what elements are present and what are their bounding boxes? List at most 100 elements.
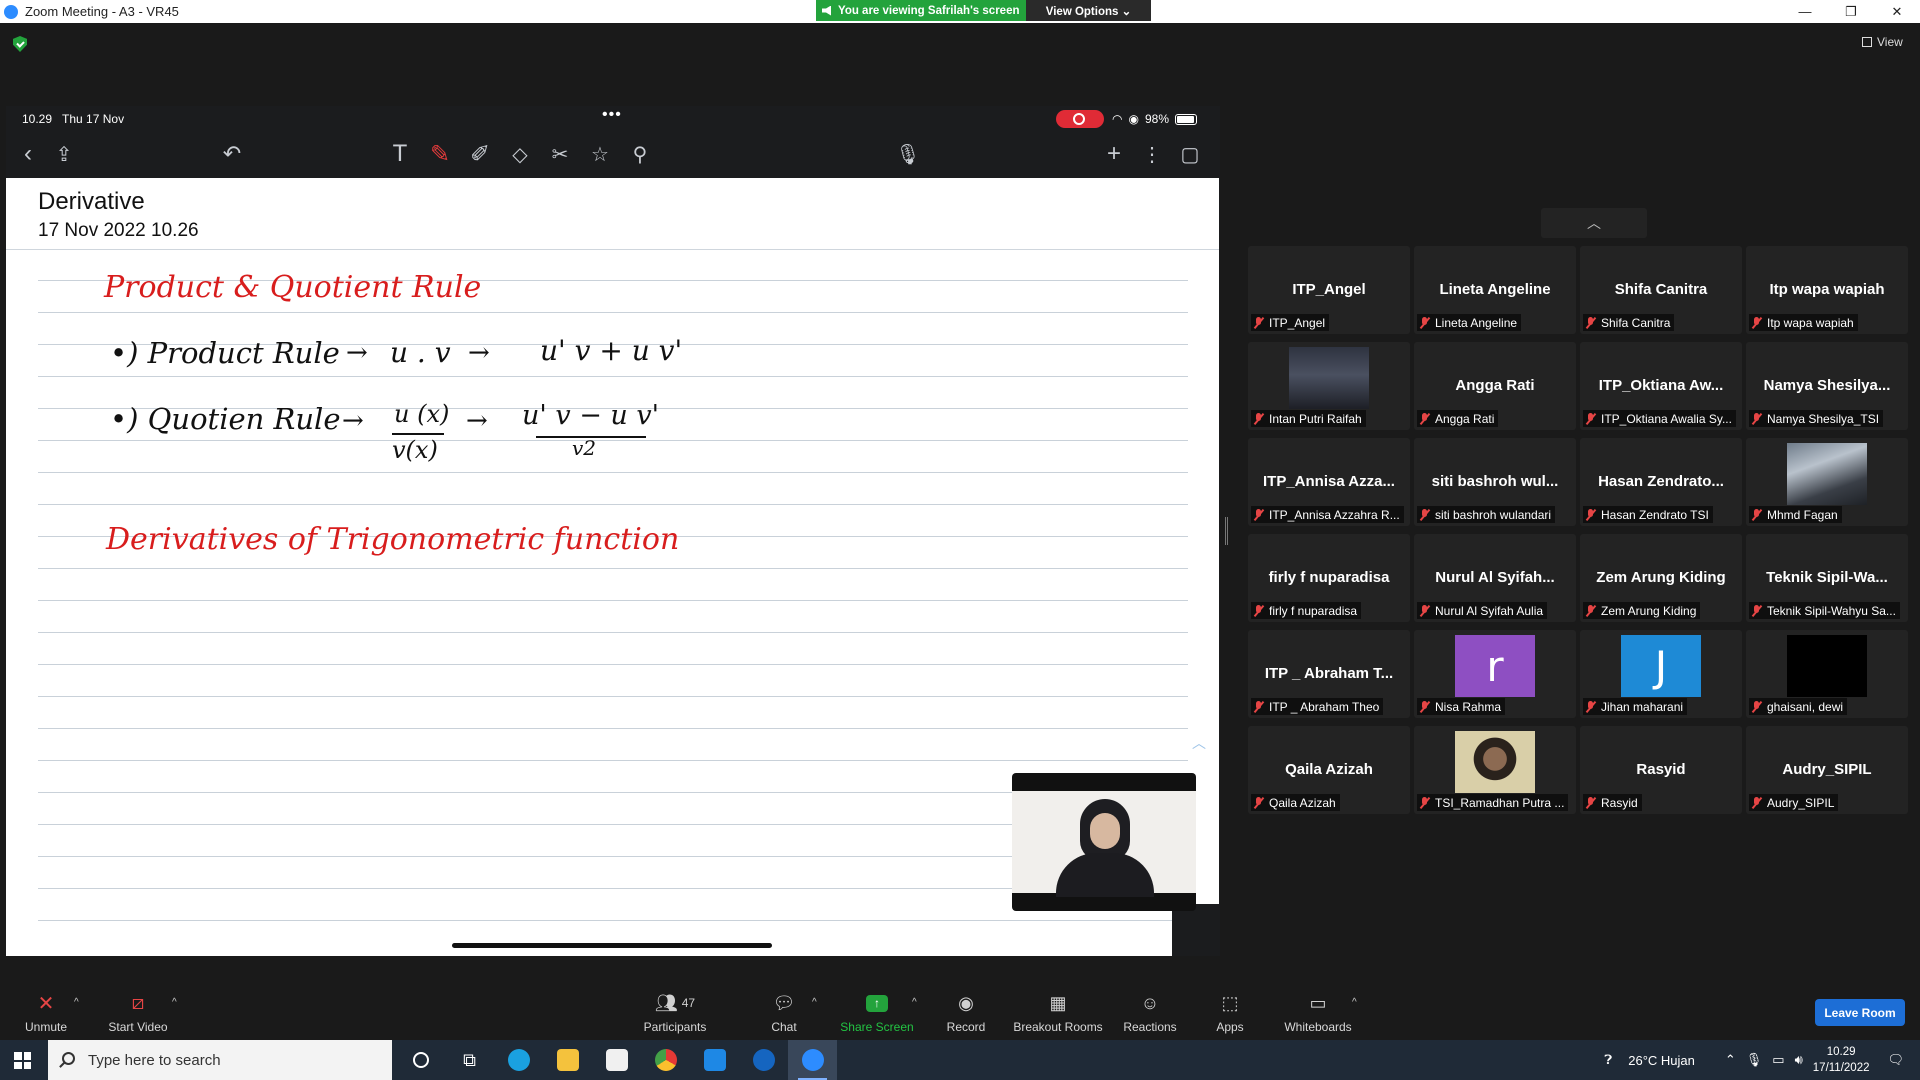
chat-button[interactable]: 💬︎ Chat [766,983,802,1040]
share-options-caret[interactable]: ^ [912,997,917,1008]
breakout-rooms-button[interactable]: ▦ Breakout Rooms [1012,983,1104,1040]
breakout-rooms-label: Breakout Rooms [1013,1020,1103,1034]
participant-tile[interactable]: ITP _ Abraham T... ITP _ Abraham Theo [1248,630,1410,718]
start-video-button[interactable]: ⧄ Start Video [106,983,170,1040]
highlighter-icon[interactable]: ✐ [464,138,496,170]
audio-options-caret[interactable]: ^ [74,997,79,1008]
mic-muted-icon [1420,508,1430,521]
participant-tile[interactable]: Teknik Sipil-Wa... Teknik Sipil-Wahyu Sa.… [1746,534,1908,622]
minimize-icon[interactable]: — [1782,0,1828,23]
gallery-page-up-button[interactable]: ︿ [1541,208,1647,238]
share-screen-button[interactable]: ↑ Share Screen [840,983,914,1040]
mail-icon[interactable] [690,1040,739,1080]
tray-mic-icon[interactable]: 🎙︎ [1746,1052,1763,1068]
close-icon[interactable]: ✕ [1874,0,1920,23]
participant-tile[interactable]: ghaisani, dewi [1746,630,1908,718]
chat-options-caret[interactable]: ^ [812,997,817,1008]
mic-muted-icon [1420,412,1430,425]
participant-tile[interactable]: Hasan Zendrato... Hasan Zendrato TSI [1580,438,1742,526]
participant-tile[interactable]: Zem Arung Kiding Zem Arung Kiding [1580,534,1742,622]
participant-tile[interactable]: TSI_Ramadhan Putra ... [1414,726,1576,814]
participant-tile[interactable]: ITP_Annisa Azza... ITP_Annisa Azzahra R..… [1248,438,1410,526]
shapes-icon[interactable]: ☆ [584,138,616,170]
participant-tile[interactable]: J Jihan maharani [1580,630,1742,718]
pages-icon[interactable]: ▢ [1174,138,1206,170]
mic-muted-icon [1752,700,1762,713]
record-button[interactable]: ◉ Record [944,983,988,1040]
participant-tile[interactable]: Shifa Canitra Shifa Canitra [1580,246,1742,334]
participant-tile[interactable]: siti bashroh wul... siti bashroh wulandar… [1414,438,1576,526]
pen-tool-icon[interactable]: ✎ [424,138,456,170]
help-icon[interactable]: ❓︎ [1604,1052,1612,1068]
participants-button[interactable]: 👥︎ 47 Participants [640,983,710,1040]
microsoft-store-icon[interactable] [592,1040,641,1080]
laser-pointer-icon[interactable]: ⚲ [624,138,656,170]
volume-icon[interactable]: 🔊︎ [1795,1052,1803,1068]
ipad-more-dots: ••• [602,106,622,123]
participant-tile[interactable]: Itp wapa wapiah Itp wapa wapiah [1746,246,1908,334]
video-options-caret[interactable]: ^ [172,997,177,1008]
participant-tile[interactable]: Audry_SIPIL Audry_SIPIL [1746,726,1908,814]
participant-display-name: Lineta Angeline [1439,281,1551,298]
split-view-handle[interactable] [1225,517,1228,545]
windows-start-icon[interactable] [14,1052,31,1069]
participant-tile[interactable]: Rasyid Rasyid [1580,726,1742,814]
text-tool-icon[interactable]: T [384,138,416,170]
participant-tile[interactable]: r Nisa Rahma [1414,630,1576,718]
zoom-taskbar-icon[interactable] [788,1040,837,1080]
apps-label: Apps [1216,1020,1244,1034]
participant-tile[interactable]: Mhmd Fagan [1746,438,1908,526]
participant-tile[interactable]: Lineta Angeline Lineta Angeline [1414,246,1576,334]
view-button[interactable]: View [1862,35,1903,49]
back-chevron-icon[interactable]: ‹ [12,138,44,170]
share-export-icon[interactable]: ⇪ [48,138,80,170]
weather-text[interactable]: 26°C Hujan [1628,1053,1695,1068]
file-explorer-icon[interactable] [543,1040,592,1080]
whiteboards-button[interactable]: ▭ Whiteboards [1282,983,1354,1040]
breakout-rooms-icon: ▦ [1049,992,1067,1013]
page-scroll-up-icon[interactable]: ︿ [1192,733,1206,753]
share-screen-label: Share Screen [840,1020,914,1034]
mic-muted-icon [1420,796,1430,809]
participant-tile[interactable]: Intan Putri Raifah [1248,342,1410,430]
network-icon[interactable]: ▭ [1772,1052,1784,1068]
scissors-lasso-icon[interactable]: ✂ [544,138,576,170]
participant-tile[interactable]: Namya Shesilya... Namya Shesilya_TSI [1746,342,1908,430]
whiteboard-options-caret[interactable]: ^ [1352,997,1357,1008]
restore-icon[interactable]: ❐ [1828,0,1874,23]
apps-button[interactable]: ⬚ Apps [1210,983,1250,1040]
unmute-button[interactable]: ✕ Unmute [20,983,72,1040]
reactions-button[interactable]: ☺ Reactions [1120,983,1180,1040]
task-view-icon[interactable]: ⧉ [445,1040,494,1080]
add-page-icon[interactable]: + [1098,138,1130,170]
notifications-icon[interactable]: 🗨︎ [1887,1052,1904,1068]
participant-tile[interactable]: firly f nuparadisa firly f nuparadisa [1248,534,1410,622]
participant-tile[interactable]: ITP_Angel ITP_Angel [1248,246,1410,334]
quotient-numerator: u (x) [394,400,450,428]
eraser-icon[interactable]: ◇ [504,138,536,170]
taskbar-clock[interactable]: 10.29 17/11/2022 [1813,1044,1870,1076]
view-options-button[interactable]: View Options ⌄ [1026,0,1151,21]
tray-chevron-icon[interactable]: ⌃ [1725,1052,1736,1068]
taskbar-search-box[interactable]: Type here to search [48,1040,392,1080]
participant-tile[interactable]: ITP_Oktiana Aw... ITP_Oktiana Awalia Sy..… [1580,342,1742,430]
clock-date: 17/11/2022 [1812,1062,1870,1074]
cortana-icon[interactable] [396,1040,445,1080]
edge-icon[interactable] [494,1040,543,1080]
whiteboard-icon: ▭ [1309,992,1327,1013]
participant-name-label: ghaisani, dewi [1749,698,1848,715]
more-vertical-icon[interactable]: ⋮ [1136,138,1168,170]
participant-name-label: ITP_Oktiana Awalia Sy... [1583,410,1736,427]
presenter-video[interactable] [1012,773,1196,911]
participant-tile[interactable]: Nurul Al Syifah... Nurul Al Syifah Aulia [1414,534,1576,622]
participant-tile[interactable]: Angga Rati Angga Rati [1414,342,1576,430]
teamviewer-icon[interactable] [739,1040,788,1080]
participant-tile[interactable]: Qaila Azizah Qaila Azizah [1248,726,1410,814]
leave-room-button[interactable]: Leave Room [1815,999,1905,1026]
participant-name-label: Teknik Sipil-Wahyu Sa... [1749,602,1900,619]
undo-icon[interactable]: ↶ [216,138,248,170]
security-shield-icon[interactable] [13,36,27,52]
system-tray: ❓︎ 26°C Hujan ⌃ 🎙︎ ▭ 🔊︎ 10.29 17/11/2022… [1604,1040,1920,1080]
microphone-icon[interactable]: 🎙︎ [892,138,924,170]
chrome-icon[interactable] [641,1040,690,1080]
